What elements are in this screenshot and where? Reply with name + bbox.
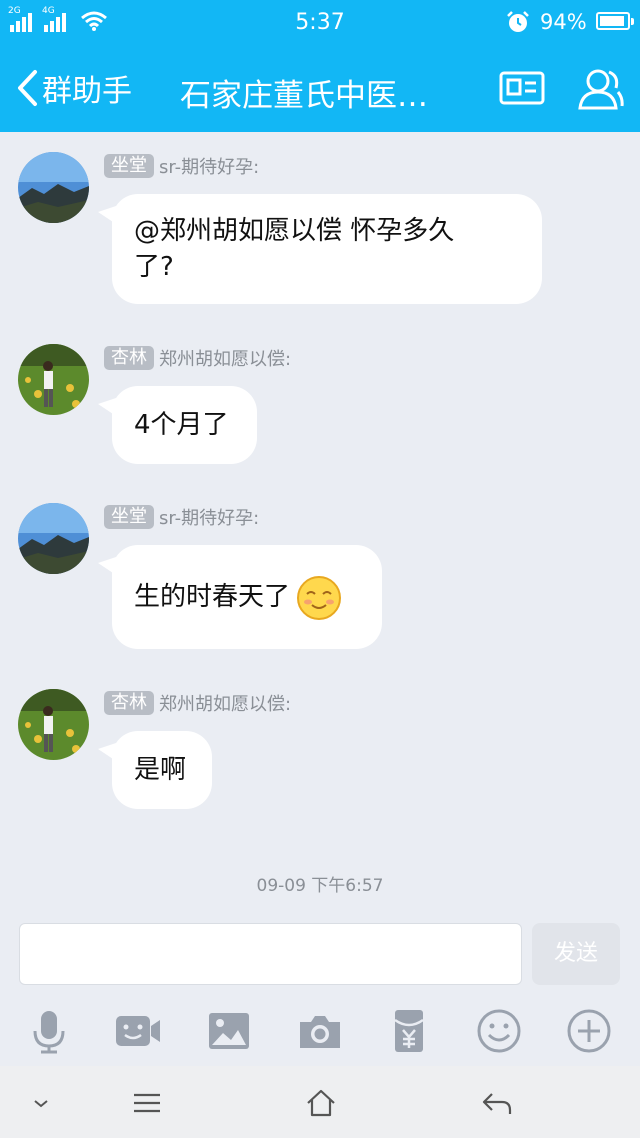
chevron-down-icon[interactable] (24, 1088, 58, 1118)
member-badge: 坐堂 (104, 154, 154, 178)
send-button[interactable]: 发送 (532, 923, 620, 985)
message-text: 生的时春天了 (134, 582, 291, 612)
smiling-face-icon (297, 575, 342, 620)
sender-meta: 坐堂 sr-期待好孕: (104, 504, 259, 530)
message-input[interactable] (19, 923, 522, 985)
nav-bar: 群助手 石家庄董氏中医… (0, 44, 640, 132)
video-icon[interactable] (115, 1008, 161, 1054)
member-badge: 杏林 (104, 346, 154, 370)
message-item: 杏林 郑州胡如愿以偿: 4个月了 (0, 344, 640, 464)
message-item: 坐堂 sr-期待好孕: @郑州胡如愿以偿 怀孕多久 了? (0, 152, 640, 312)
image-icon[interactable] (206, 1008, 252, 1054)
status-bar: 2G 4G 5:37 94% (0, 0, 640, 44)
avatar-person[interactable] (18, 689, 89, 760)
sender-name: sr-期待好孕: (159, 157, 260, 178)
plus-icon[interactable] (566, 1008, 612, 1054)
red-packet-icon[interactable] (386, 1008, 432, 1054)
back-label: 群助手 (42, 74, 132, 109)
camera-icon[interactable] (297, 1008, 343, 1054)
message-item: 杏林 郑州胡如愿以偿: 是啊 (0, 689, 640, 809)
home-icon[interactable] (304, 1088, 338, 1118)
menu-icon[interactable] (130, 1088, 164, 1118)
message-timestamp: 09-09 下午6:57 (256, 876, 384, 896)
battery-icon (596, 12, 634, 30)
sender-meta: 杏林 郑州胡如愿以偿: (104, 345, 291, 371)
member-badge: 坐堂 (104, 505, 154, 529)
back-button[interactable]: 群助手 (14, 66, 132, 110)
message-bubble[interactable]: 生的时春天了 (98, 545, 382, 649)
alarm-icon (507, 11, 529, 32)
message-text-line-2: 了? (134, 252, 174, 282)
emoji-icon[interactable] (476, 1008, 522, 1054)
sender-name: 郑州胡如愿以偿: (159, 694, 292, 715)
microphone-icon[interactable] (26, 1008, 72, 1054)
sender-name: 郑州胡如愿以偿: (159, 349, 292, 370)
message-bubble[interactable]: 是啊 (98, 731, 212, 809)
sender-meta: 坐堂 sr-期待好孕: (104, 153, 259, 179)
message-text: 是啊 (134, 755, 187, 785)
message-text: 4个月了 (134, 410, 229, 440)
group-card-icon[interactable] (498, 66, 546, 110)
group-members-icon[interactable] (576, 66, 624, 110)
chat-toolbar (0, 1000, 640, 1064)
avatar-landscape[interactable] (18, 503, 89, 574)
page-title: 石家庄董氏中医… (180, 78, 428, 114)
message-bubble[interactable]: 4个月了 (98, 386, 257, 464)
battery-percent: 94% (540, 10, 587, 34)
chevron-left-icon (18, 70, 37, 106)
message-text-line-1: @郑州胡如愿以偿 怀孕多久 (134, 216, 455, 246)
back-arrow-icon[interactable] (480, 1088, 514, 1118)
avatar-person[interactable] (18, 344, 89, 415)
message-item: 坐堂 sr-期待好孕: 生的时春天了 (0, 503, 640, 653)
member-badge: 杏林 (104, 691, 154, 715)
sender-meta: 杏林 郑州胡如愿以偿: (104, 690, 291, 716)
sender-name: sr-期待好孕: (159, 508, 260, 529)
avatar-landscape[interactable] (18, 152, 89, 223)
message-bubble[interactable]: @郑州胡如愿以偿 怀孕多久 了? (98, 194, 542, 304)
system-nav-bar (0, 1066, 640, 1138)
